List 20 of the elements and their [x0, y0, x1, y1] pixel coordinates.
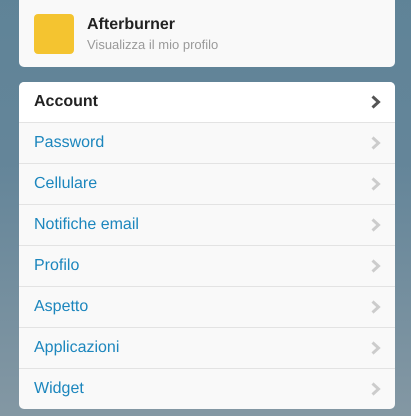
menu-item[interactable]: Aspetto	[19, 286, 395, 327]
chevron-icon	[371, 218, 381, 232]
view-profile-link[interactable]: Visualizza il mio profilo	[87, 36, 218, 52]
chevron-icon	[371, 259, 381, 273]
profile-card[interactable]: Afterburner Visualizza il mio profilo	[19, 0, 395, 67]
menu-item[interactable]: Password	[19, 122, 395, 163]
profile-name: Afterburner	[87, 16, 176, 34]
menu-item[interactable]: Applicazioni	[19, 327, 395, 368]
chevron-icon	[371, 136, 381, 150]
avatar-placeholder	[34, 14, 74, 54]
chevron-icon	[371, 300, 381, 314]
chevron-icon	[371, 177, 381, 191]
menu-item[interactable]: Widget	[19, 368, 395, 409]
menu-item[interactable]: Cellulare	[19, 163, 395, 204]
chevron-icon	[371, 382, 381, 396]
menu-item[interactable]: Notifiche email	[19, 204, 395, 245]
chevron-icon	[371, 341, 381, 355]
chevron-icon	[371, 95, 381, 109]
menu-item[interactable]: Account	[19, 82, 395, 122]
menu-item[interactable]: Profilo	[19, 245, 395, 286]
